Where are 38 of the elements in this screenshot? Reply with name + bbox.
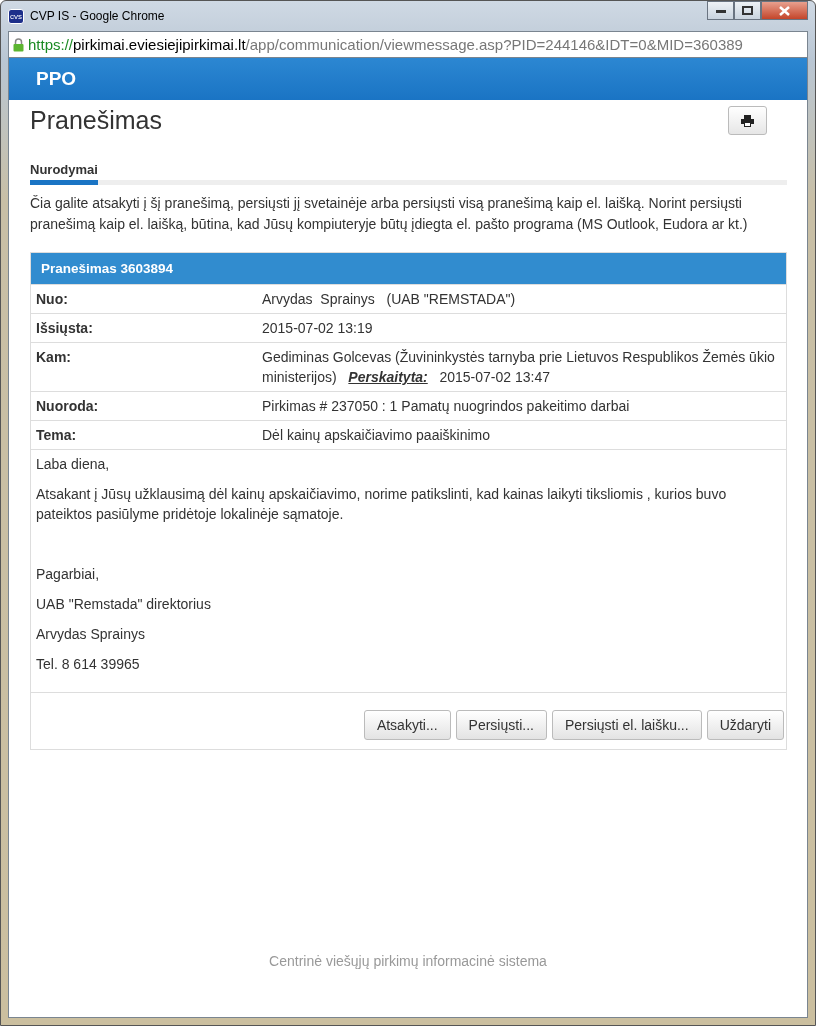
page-title: Pranešimas — [30, 106, 162, 135]
field-value: Pirkimas # 237050 : 1 Pamatų nuogrindos pakeitimo darbai — [261, 397, 631, 416]
message-paragraph: Atsakant į Jūsų užklausimą dėl kainų apskaičiavimo, norime patikslinti, kad kainas laikyti tiksliomis , kurios buvo pateiktos pasiūlyme pridėtoje lokalinėje sąmatoje. — [36, 485, 728, 524]
signature-line: UAB "Remstada" direktorius — [36, 595, 212, 614]
app-badge: cvs — [8, 8, 24, 24]
printer-icon — [741, 114, 754, 127]
field-label: Nuoroda: — [35, 397, 100, 416]
window-title: CVP IS - Google Chrome — [30, 9, 165, 23]
field-value: 2015-07-02 13:19 — [261, 319, 374, 338]
message-paragraph: Laba diena, — [36, 455, 111, 474]
instructions-text: Čia galite atsakyti į šį pranešimą, persiųsti jį svetainėje arba persiųsti visą pranešimą kaip el. laišką. Norint persiųsti pranešimą kaip el. laišką, būtina, kad Jūsų kompiuteryje būtų įdiegta el. pašto programa (MS Outlook, Eudora ar kt.) — [30, 194, 749, 234]
action-button[interactable]: Persiųsti el. laišku... — [551, 710, 702, 740]
field-value: Dėl kainų apskaičiavimo paaiškinimo — [261, 426, 491, 445]
section-tab[interactable]: Nurodymai — [30, 162, 98, 185]
action-button[interactable]: Uždaryti — [706, 710, 784, 740]
signature-line: Pagarbiai, — [36, 565, 101, 584]
signature-line: Tel. 8 614 39965 — [36, 655, 141, 674]
minimize-button[interactable] — [707, 1, 734, 20]
address-bar[interactable]: https://pirkimai.eviesiejipirkimai.lt/app/communication/viewmessage.asp?PID=244146&IDT=0&MID=360389 — [8, 31, 808, 58]
field-value: Gediminas Golcevas (Žuvininkystės tarnyba prie Lietuvos Respublikos Žemės ūkio ministerijos) Perskaityta: 2015-07-02 13:47 — [261, 348, 776, 387]
field-label: Kam: — [35, 348, 72, 367]
message-header: Pranešimas 3603894 — [31, 253, 786, 284]
print-button[interactable] — [728, 106, 767, 135]
field-label: Išsiųsta: — [35, 319, 94, 338]
footer-text: Centrinė viešųjų pirkimų informacinė sistema — [269, 953, 547, 969]
brand-logo[interactable]: PPO — [36, 68, 77, 90]
field-label: Nuo: — [35, 290, 69, 309]
lock-icon — [13, 37, 24, 52]
action-button[interactable]: Atsakyti... — [363, 710, 451, 740]
minimize-icon — [715, 8, 726, 13]
signature-line: Arvydas Sprainys — [36, 625, 146, 644]
maximize-icon — [742, 6, 753, 15]
close-icon — [779, 5, 790, 16]
action-button[interactable]: Persiųsti... — [455, 710, 547, 740]
maximize-button[interactable] — [734, 1, 761, 20]
field-value: Arvydas Sprainys (UAB "REMSTADA") — [261, 290, 517, 309]
close-button[interactable] — [761, 1, 808, 20]
field-label: Tema: — [35, 426, 78, 445]
